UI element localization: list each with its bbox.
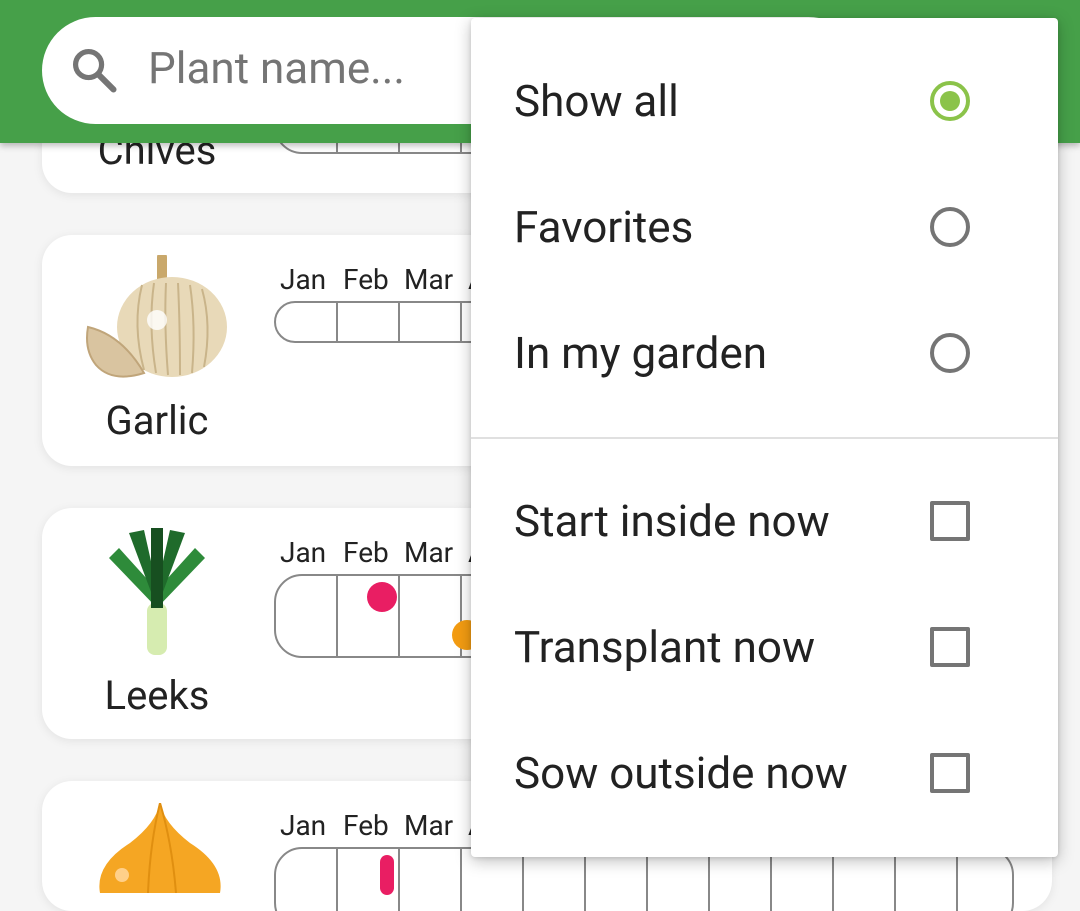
filter-menu: Show all Favorites In my garden Start in… [471,18,1058,857]
checkbox-icon[interactable] [930,753,970,793]
menu-item-label: Sow outside now [514,747,848,799]
radio-unselected-icon[interactable] [930,333,970,373]
month-label: Mar [404,263,454,296]
menu-item-label: Transplant now [514,621,816,673]
start-inside-marker [380,855,394,895]
menu-item-label: Show all [514,75,679,127]
checkbox-icon[interactable] [930,501,970,541]
radio-selected-icon[interactable] [930,81,970,121]
menu-item-sow-outside-now[interactable]: Sow outside now [471,710,1058,836]
leek-icon [109,528,205,655]
menu-divider [471,437,1058,439]
month-label: Jan [280,809,327,842]
menu-item-favorites[interactable]: Favorites [471,164,1058,290]
menu-item-label: In my garden [514,327,768,379]
month-label: Feb [343,536,389,569]
menu-item-label: Start inside now [514,495,830,547]
menu-item-in-my-garden[interactable]: In my garden [471,290,1058,416]
month-label: Mar [404,536,454,569]
garlic-icon [86,255,227,378]
plant-name: Garlic [105,397,209,444]
menu-item-show-all[interactable]: Show all [471,38,1058,164]
search-icon [72,48,117,93]
menu-item-start-inside-now[interactable]: Start inside now [471,458,1058,584]
menu-item-label: Favorites [514,201,694,253]
month-label: Mar [404,809,454,842]
month-label: Jan [280,536,327,569]
month-label: Jan [280,263,327,296]
month-label: Feb [343,263,389,296]
month-label: Feb [343,809,389,842]
checkbox-icon[interactable] [930,627,970,667]
menu-item-transplant-now[interactable]: Transplant now [471,584,1058,710]
start-inside-marker [367,582,397,612]
onion-icon [99,803,221,893]
radio-unselected-icon[interactable] [930,207,970,247]
search-input[interactable] [148,38,468,98]
plant-name: Leeks [104,672,210,719]
